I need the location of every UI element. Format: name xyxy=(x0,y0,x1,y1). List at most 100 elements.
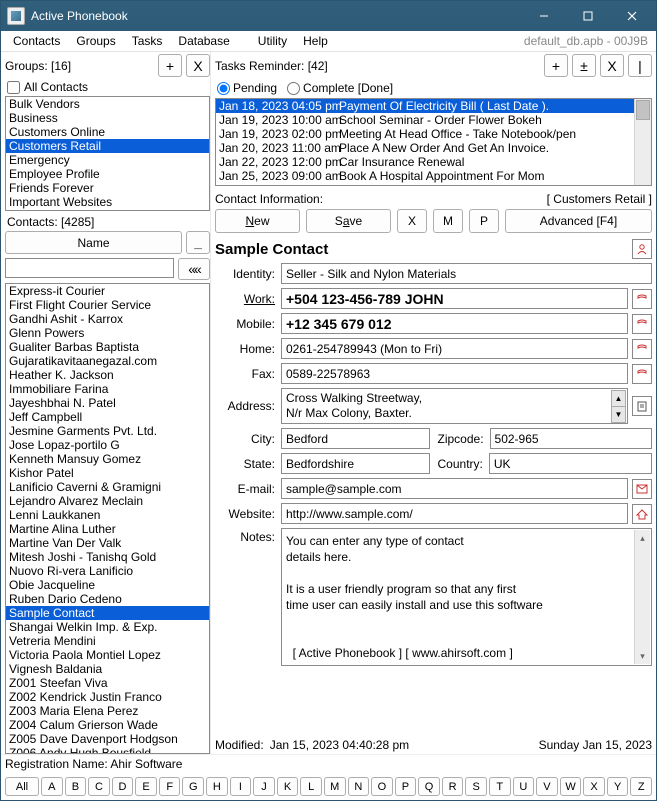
search-input[interactable] xyxy=(5,258,174,278)
task-row[interactable]: Jan 28, 2023 06:00 pmWedding Ceremony - … xyxy=(216,183,651,186)
clipboard-icon[interactable] xyxy=(632,396,652,416)
filter-letter-q[interactable]: Q xyxy=(418,777,440,796)
email-field[interactable]: sample@sample.com xyxy=(281,478,628,499)
group-item[interactable]: Business xyxy=(6,111,209,125)
work-label[interactable]: Work: xyxy=(215,292,275,306)
group-item[interactable]: Customers Online xyxy=(6,125,209,139)
filter-letter-d[interactable]: D xyxy=(112,777,134,796)
contact-item[interactable]: Z002 Kendrick Justin Franco xyxy=(6,690,209,704)
email-icon[interactable] xyxy=(632,479,652,499)
filter-letter-m[interactable]: M xyxy=(324,777,346,796)
contact-item[interactable]: First Flight Courier Service xyxy=(6,298,209,312)
contact-item[interactable]: Jeff Campbell xyxy=(6,410,209,424)
filter-letter-a[interactable]: A xyxy=(41,777,63,796)
filter-letter-w[interactable]: W xyxy=(560,777,582,796)
group-item[interactable]: Employee Profile xyxy=(6,167,209,181)
notes-field[interactable]: You can enter any type of contact detail… xyxy=(281,528,652,666)
contact-item[interactable]: Sample Contact xyxy=(6,606,209,620)
contact-item[interactable]: Heather K. Jackson xyxy=(6,368,209,382)
task-row[interactable]: Jan 18, 2023 04:05 pmPayment Of Electric… xyxy=(216,99,651,113)
contact-item[interactable]: Martine Van Der Valk xyxy=(6,536,209,550)
filter-all-button[interactable]: All xyxy=(5,777,39,796)
contact-item[interactable]: Lanificio Caverni & Gramigni xyxy=(6,480,209,494)
group-item[interactable]: Emergency xyxy=(6,153,209,167)
home-icon[interactable] xyxy=(632,504,652,524)
menu-contacts[interactable]: Contacts xyxy=(5,33,68,49)
notes-scrollbar[interactable] xyxy=(634,530,650,664)
contact-item[interactable]: Jesmine Garments Pvt. Ltd. xyxy=(6,424,209,438)
task-row[interactable]: Jan 20, 2023 11:00 amPlace A New Order A… xyxy=(216,141,651,155)
all-contacts-checkbox-input[interactable] xyxy=(7,81,20,94)
menu-database[interactable]: Database xyxy=(170,33,237,49)
phone-icon[interactable] xyxy=(632,289,652,309)
menu-tasks[interactable]: Tasks xyxy=(124,33,171,49)
contact-item[interactable]: Martine Alina Luther xyxy=(6,522,209,536)
filter-letter-c[interactable]: C xyxy=(88,777,110,796)
mobile-field[interactable]: +12 345 679 012 xyxy=(281,313,628,334)
contact-item[interactable]: Vignesh Baldania xyxy=(6,662,209,676)
group-item[interactable]: Customers Retail xyxy=(6,139,209,153)
phone-icon[interactable] xyxy=(632,364,652,384)
contact-item[interactable]: Kenneth Mansuy Gomez xyxy=(6,452,209,466)
task-row[interactable]: Jan 19, 2023 10:00 amSchool Seminar - Or… xyxy=(216,113,651,127)
group-item[interactable]: Local Suppliers xyxy=(6,209,209,211)
contact-item[interactable]: Ruben Dario Cedeno xyxy=(6,592,209,606)
filter-letter-k[interactable]: K xyxy=(277,777,299,796)
home-field[interactable]: 0261-254789943 (Mon to Fri) xyxy=(281,338,628,359)
contact-item[interactable]: Z005 Dave Davenport Hodgson xyxy=(6,732,209,746)
contact-item[interactable]: Gandhi Ashit - Karrox xyxy=(6,312,209,326)
contact-item[interactable]: Victoria Paola Montiel Lopez xyxy=(6,648,209,662)
work-field[interactable]: +504 123-456-789 JOHN xyxy=(281,288,628,309)
task-row[interactable]: Jan 25, 2023 09:00 amBook A Hospital App… xyxy=(216,169,651,183)
filter-letter-b[interactable]: B xyxy=(65,777,87,796)
filter-letter-n[interactable]: N xyxy=(348,777,370,796)
identity-field[interactable]: Seller - Silk and Nylon Materials xyxy=(281,263,652,284)
phone-icon[interactable] xyxy=(632,314,652,334)
tasks-pending-radio[interactable]: Pending xyxy=(217,81,277,95)
ci-m-button[interactable]: M xyxy=(433,209,463,233)
group-item[interactable]: Friends Forever xyxy=(6,181,209,195)
contact-item[interactable]: Z001 Steefan Viva xyxy=(6,676,209,690)
zipcode-field[interactable]: 502-965 xyxy=(490,428,652,449)
group-add-button[interactable]: + xyxy=(158,54,182,77)
filter-letter-t[interactable]: T xyxy=(489,777,511,796)
contact-item[interactable]: Obie Jacqueline xyxy=(6,578,209,592)
contact-item[interactable]: Z006 Andy Hugh Bousfield xyxy=(6,746,209,754)
save-contact-button[interactable]: Save xyxy=(306,209,391,233)
tasks-scrollbar[interactable] xyxy=(634,99,651,185)
filter-letter-f[interactable]: F xyxy=(159,777,181,796)
filter-letter-l[interactable]: L xyxy=(300,777,322,796)
contact-item[interactable]: Z003 Maria Elena Perez xyxy=(6,704,209,718)
contacts-options-button[interactable]: _ xyxy=(186,231,210,254)
all-contacts-checkbox[interactable]: All Contacts xyxy=(7,80,210,94)
ci-x-button[interactable]: X xyxy=(397,209,427,233)
contact-item[interactable]: Immobiliare Farina xyxy=(6,382,209,396)
contact-item[interactable]: Gualiter Barbas Baptista xyxy=(6,340,209,354)
country-field[interactable]: UK xyxy=(489,453,652,474)
filter-letter-h[interactable]: H xyxy=(206,777,228,796)
filter-letter-z[interactable]: Z xyxy=(630,777,652,796)
contact-item[interactable]: Shangai Welkin Imp. & Exp. xyxy=(6,620,209,634)
minimize-button[interactable] xyxy=(522,1,566,31)
state-field[interactable]: Bedfordshire xyxy=(281,453,430,474)
contact-item[interactable]: Jose Lopaz-portilo G xyxy=(6,438,209,452)
task-more-button[interactable]: | xyxy=(628,54,652,77)
address-spinner[interactable]: ▲▼ xyxy=(611,390,626,422)
tasks-list[interactable]: Jan 18, 2023 04:05 pmPayment Of Electric… xyxy=(215,98,652,186)
website-field[interactable]: http://www.sample.com/ xyxy=(281,503,628,524)
address-field[interactable]: Cross Walking Streetway, N/r Max Colony,… xyxy=(281,388,628,424)
contact-item[interactable]: Lenni Laukkanen xyxy=(6,508,209,522)
tasks-complete-radio[interactable]: Complete [Done] xyxy=(287,81,393,95)
advanced-button[interactable]: Advanced [F4] xyxy=(505,209,652,233)
contact-item[interactable]: Glenn Powers xyxy=(6,326,209,340)
task-delete-button[interactable]: X xyxy=(600,54,624,77)
search-reset-button[interactable]: «« xyxy=(178,258,210,280)
contact-item[interactable]: Nuovo Ri-vera Lanificio xyxy=(6,564,209,578)
filter-letter-u[interactable]: U xyxy=(513,777,535,796)
menu-utility[interactable]: Utility xyxy=(250,33,295,49)
filter-letter-x[interactable]: X xyxy=(583,777,605,796)
contact-item[interactable]: Gujaratikavitaanegazal.com xyxy=(6,354,209,368)
filter-letter-p[interactable]: P xyxy=(395,777,417,796)
group-item[interactable]: Bulk Vendors xyxy=(6,97,209,111)
task-edit-button[interactable]: ± xyxy=(572,54,596,77)
